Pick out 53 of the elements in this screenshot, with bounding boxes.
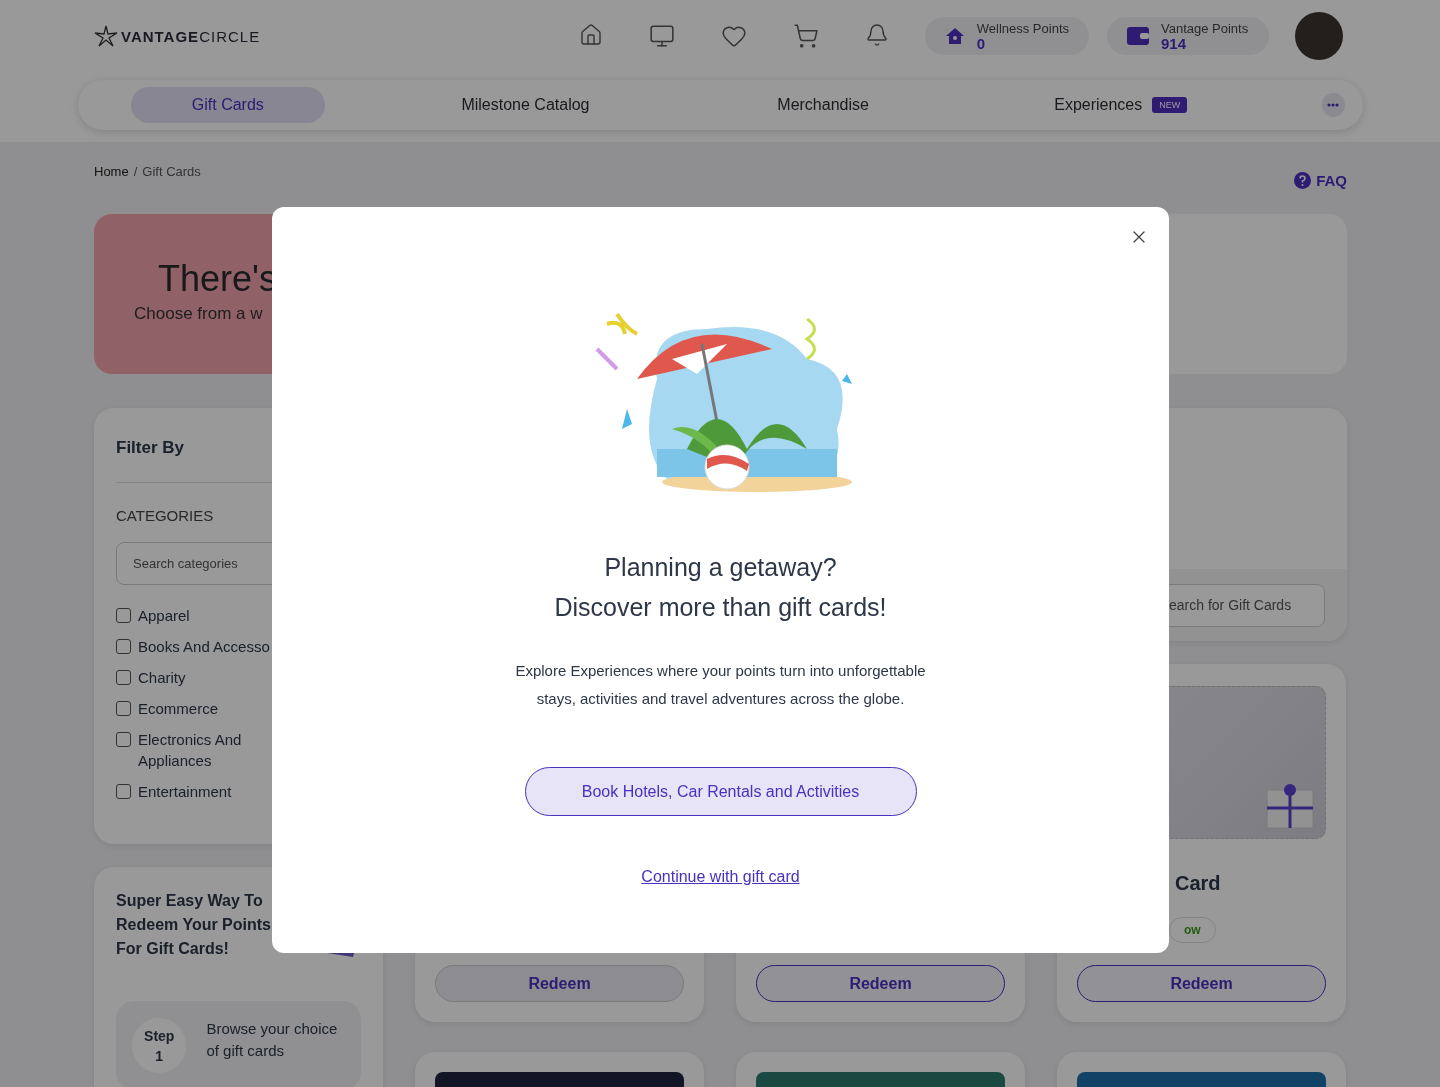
step-text: Browse your choice of gift cards [206, 1019, 339, 1061]
points-label: Wellness Points [976, 21, 1069, 36]
redeem-button[interactable]: Redeem [1077, 965, 1326, 1002]
breadcrumb-separator: / [133, 164, 138, 179]
brand-name: VANTAGECIRCLE [121, 27, 261, 45]
avatar[interactable] [1295, 12, 1343, 60]
points-value: 914 [1161, 36, 1187, 51]
category-label[interactable]: Electronics And Appliances [138, 729, 272, 771]
continue-link[interactable]: Continue with gift card [641, 868, 800, 886]
cart-icon[interactable] [792, 23, 819, 49]
book-button[interactable]: Book Hotels, Car Rentals and Activities [524, 767, 917, 816]
wallet-icon [1127, 27, 1149, 45]
bell-icon[interactable] [864, 23, 889, 49]
category-label[interactable]: Charity [138, 667, 186, 688]
points-pill[interactable]: Vantage Points 914 [1107, 17, 1269, 55]
heart-icon[interactable] [720, 23, 747, 49]
monitor-icon[interactable] [648, 23, 675, 49]
faq-link[interactable]: FAQ [1294, 172, 1347, 189]
new-badge: NEW [1152, 97, 1188, 113]
question-icon [1294, 172, 1312, 189]
checkbox[interactable] [116, 732, 131, 747]
product-title: Card [1175, 872, 1222, 895]
star-logo-icon [94, 25, 118, 47]
category-label[interactable]: Entertainment [138, 781, 232, 802]
breadcrumb-item: Gift Cards [142, 164, 201, 179]
nav-tab[interactable]: Merchandise [726, 87, 920, 123]
points-label: Vantage Points [1161, 21, 1249, 36]
nav-tab[interactable]: Milestone Catalog [428, 87, 623, 123]
banner-subtitle: Choose from a w [134, 304, 264, 324]
banner-title: There's [158, 258, 278, 300]
nav-tab[interactable]: Experiences NEW [1023, 87, 1218, 123]
filter-title: Filter By [116, 438, 186, 458]
dialog-title: Planning a getaway? Discover more than gift cards! [554, 552, 887, 623]
steps-title: Super Easy Way To Redeem Your Points For Gift Cards! [116, 891, 272, 959]
checkbox[interactable] [116, 784, 131, 799]
house-icon [944, 26, 965, 46]
step-number: Step 1 [132, 1018, 187, 1073]
more-button[interactable] [1321, 93, 1345, 117]
dots-icon [1327, 103, 1340, 107]
points-value: 0 [976, 36, 987, 51]
category-label[interactable]: Apparel [138, 605, 190, 626]
category-label[interactable]: Books And Accesso [138, 636, 270, 657]
nav-tab[interactable]: Gift Cards [131, 87, 325, 123]
checkbox[interactable] [116, 608, 131, 623]
section-heading: CATEGORIES [116, 507, 215, 524]
checkbox[interactable] [116, 670, 131, 685]
category-label[interactable]: Ecommerce [138, 698, 219, 719]
redeem-button[interactable]: Redeem [756, 965, 1005, 1002]
points-pill[interactable]: Wellness Points 0 [924, 17, 1089, 55]
checkbox[interactable] [116, 701, 131, 716]
checkbox[interactable] [116, 639, 131, 654]
dialog-text: Explore Experiences where your points turn into unforgettable stays, activities and travel adventures across the globe. [514, 661, 927, 709]
breadcrumb-item[interactable]: Home [94, 164, 129, 179]
